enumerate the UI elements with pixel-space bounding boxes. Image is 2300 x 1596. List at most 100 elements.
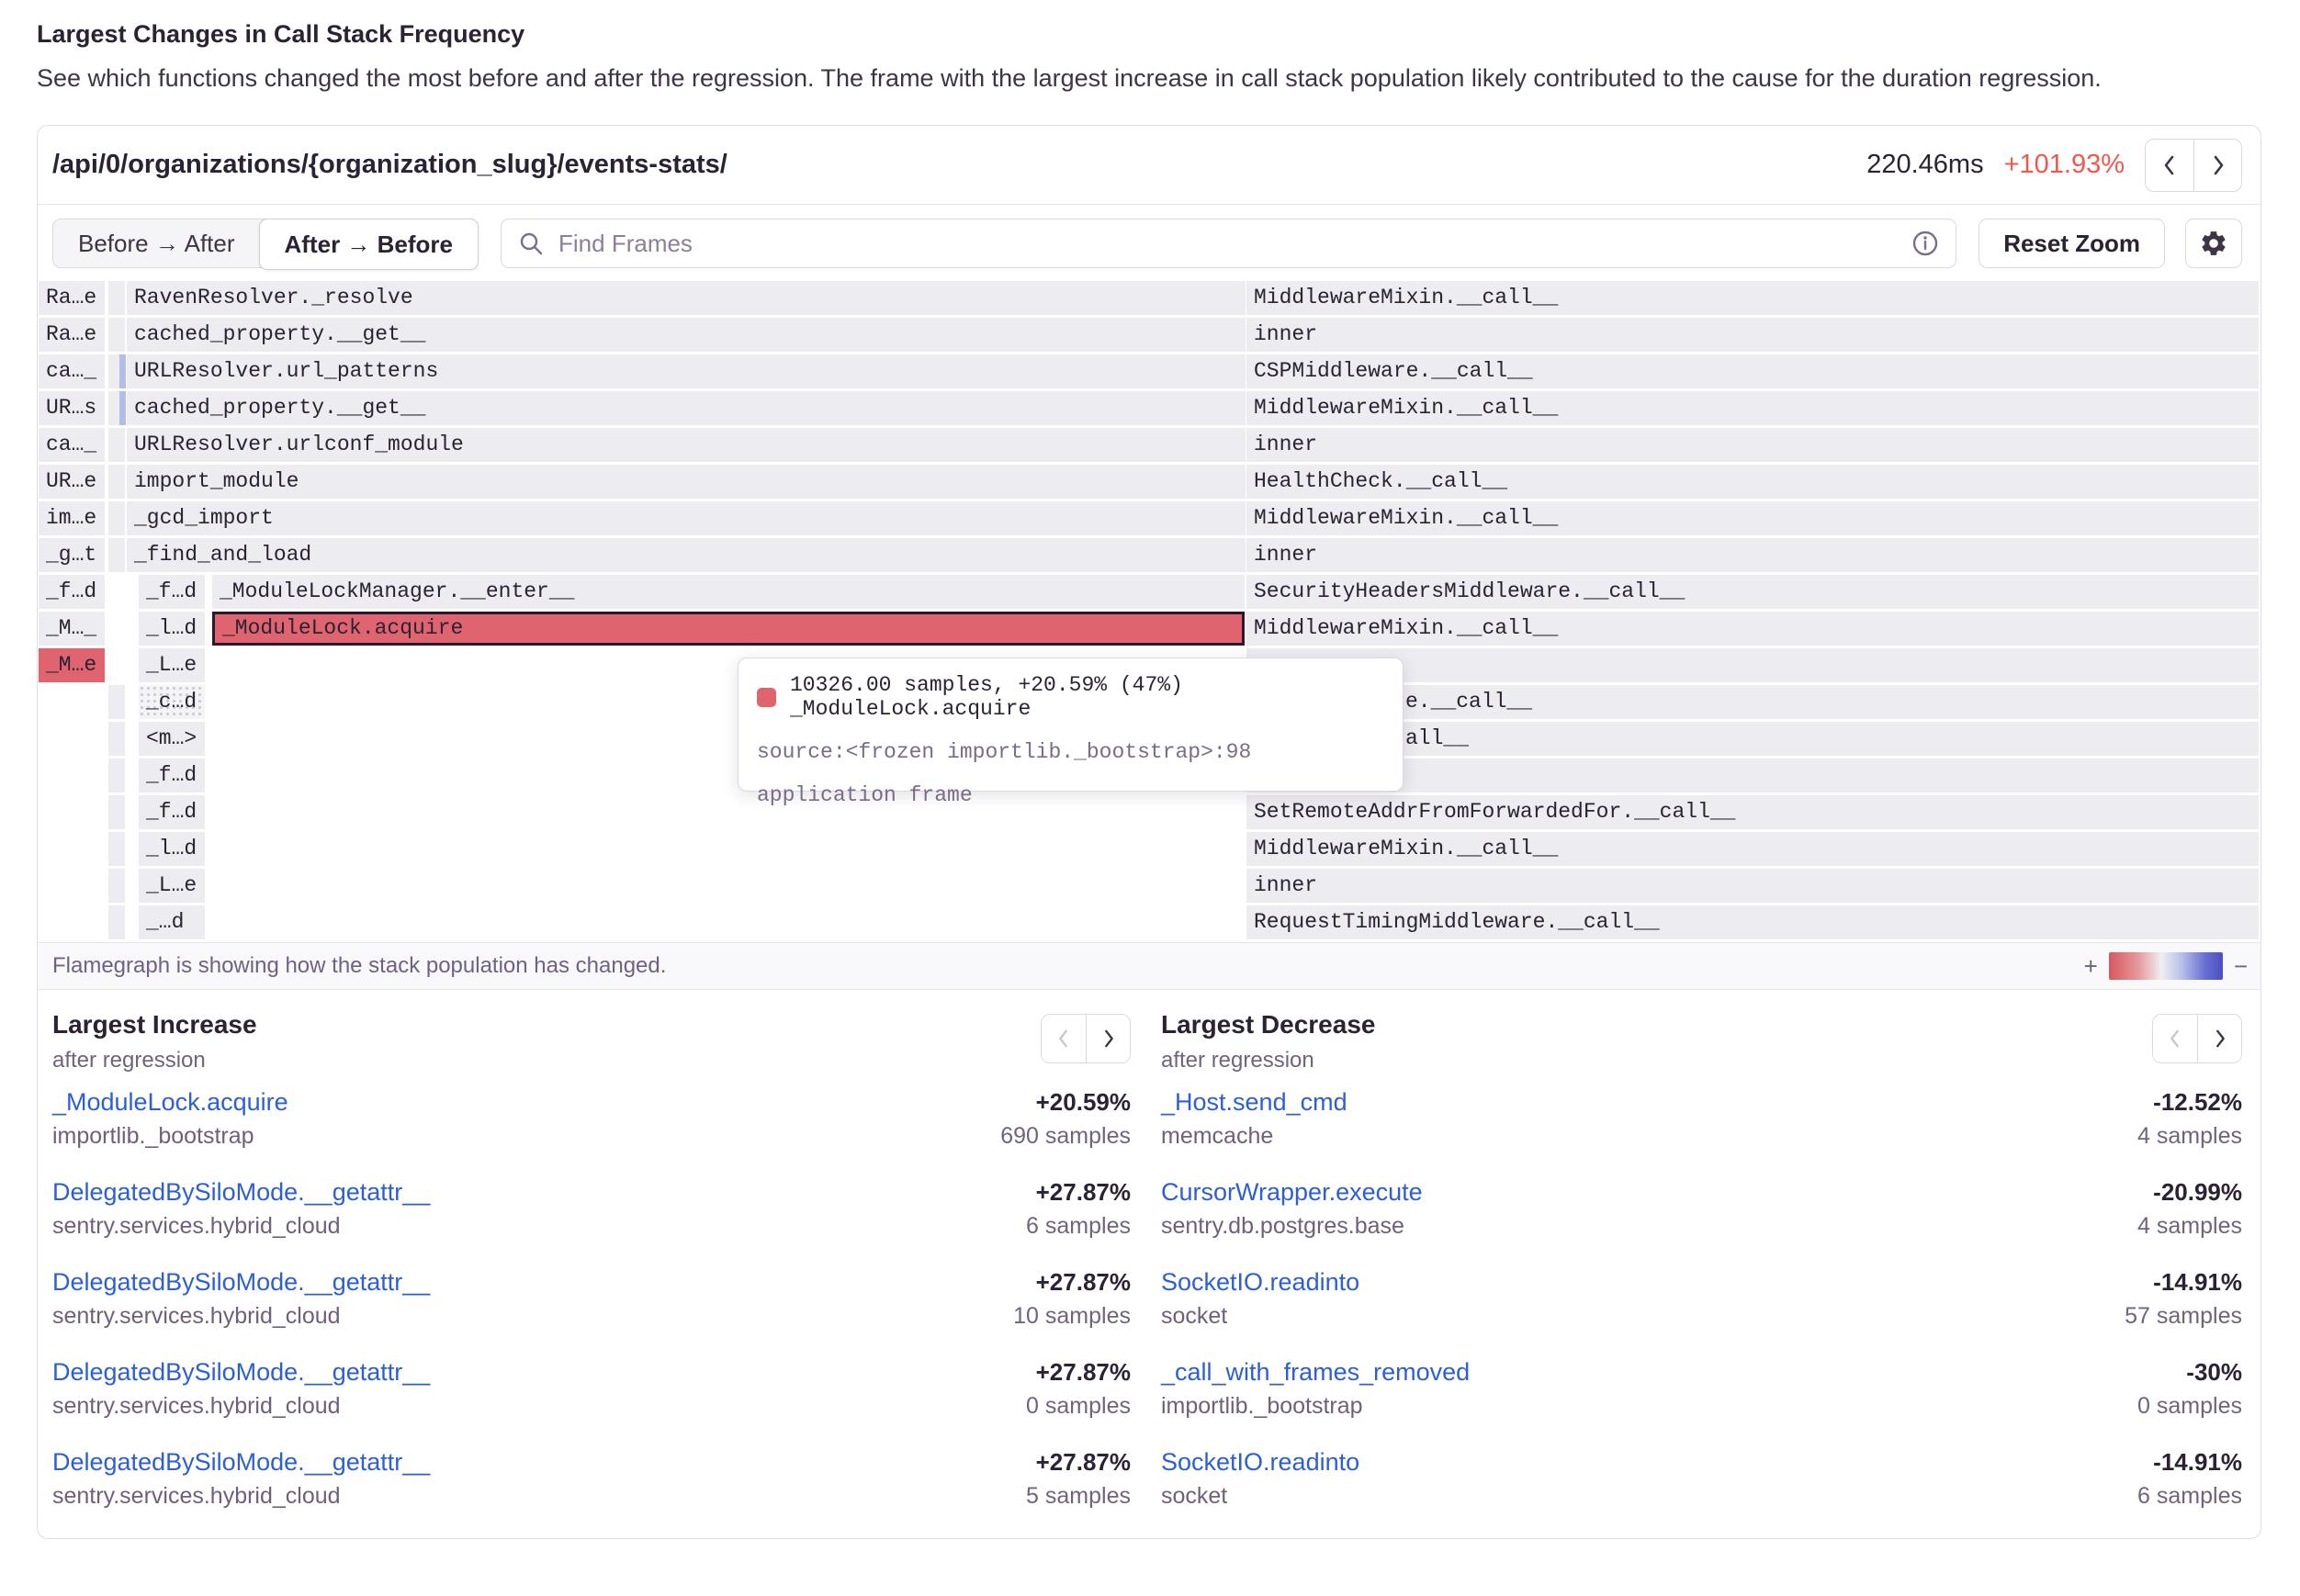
- segment-before-after[interactable]: Before → After: [53, 219, 260, 267]
- change-percent: +20.59%: [1036, 1088, 1131, 1117]
- flame-cell[interactable]: _gcd_import: [127, 501, 1246, 535]
- frame-link[interactable]: SocketIO.readinto: [1161, 1268, 1359, 1297]
- change-entry: DelegatedBySiloMode.__getattr__+27.87%se…: [52, 1268, 1131, 1330]
- flamegraph-footer-text: Flamegraph is showing how the stack popu…: [52, 953, 666, 979]
- flame-cell[interactable]: MiddlewareMixin.__call__: [1246, 501, 2259, 535]
- flame-cell[interactable]: inner: [1246, 869, 2259, 903]
- change-entry: CursorWrapper.execute-20.99%sentry.db.po…: [1161, 1178, 2242, 1240]
- frame-link[interactable]: DelegatedBySiloMode.__getattr__: [52, 1268, 430, 1297]
- flamegraph-footer: Flamegraph is showing how the stack popu…: [38, 942, 2261, 990]
- decrease-next-button[interactable]: [2197, 1015, 2241, 1062]
- flame-cell[interactable]: MiddlewareMixin.__call__: [1246, 391, 2259, 425]
- flame-cell[interactable]: _…d: [139, 905, 205, 939]
- flame-cell[interactable]: Ra…e: [39, 281, 105, 315]
- flame-cell[interactable]: _l…d: [139, 832, 205, 866]
- flame-cell[interactable]: [108, 428, 125, 462]
- decrease-prev-button[interactable]: [2153, 1015, 2197, 1062]
- flame-cell[interactable]: [108, 832, 125, 866]
- flame-cell[interactable]: im…e: [39, 501, 105, 535]
- flame-cell[interactable]: URLResolver.url_patterns: [127, 354, 1246, 388]
- flame-cell[interactable]: _L…e: [139, 648, 205, 682]
- flame-cell[interactable]: _ModuleLock.acquire: [212, 612, 1245, 646]
- flame-cell[interactable]: CSPMiddleware.__call__: [1246, 354, 2259, 388]
- flame-cell[interactable]: import_module: [127, 465, 1246, 499]
- flame-cell[interactable]: _g…t: [39, 538, 105, 572]
- flame-cell-label: Ra…e: [39, 322, 96, 346]
- flame-cell[interactable]: [108, 905, 125, 939]
- flame-cell[interactable]: URLResolver.urlconf_module: [127, 428, 1246, 462]
- flame-cell[interactable]: cached_property.__get__: [127, 391, 1246, 425]
- page: Largest Changes in Call Stack Frequency …: [0, 0, 2300, 1539]
- flame-cell[interactable]: SetRemoteAddrFromForwardedFor.__call__: [1246, 795, 2259, 829]
- change-entry: _ModuleLock.acquire+20.59%importlib._boo…: [52, 1088, 1131, 1150]
- flame-cell[interactable]: inner: [1246, 428, 2259, 462]
- chevron-right-icon: [2208, 153, 2228, 177]
- flame-cell[interactable]: [108, 759, 125, 792]
- frame-link[interactable]: CursorWrapper.execute: [1161, 1178, 1423, 1207]
- flame-cell[interactable]: MiddlewareMixin.__call__: [1246, 612, 2259, 646]
- flame-cell[interactable]: _f…d: [139, 795, 205, 829]
- flame-cell[interactable]: _L…e: [139, 869, 205, 903]
- legend-plus-label: +: [2084, 952, 2098, 981]
- flame-cell[interactable]: [119, 354, 126, 388]
- flame-cell[interactable]: _M…_: [39, 612, 105, 646]
- flame-cell[interactable]: _c…d: [139, 685, 205, 719]
- frame-link[interactable]: SocketIO.readinto: [1161, 1448, 1359, 1477]
- flame-cell[interactable]: _f…d: [139, 575, 205, 609]
- increase-next-button[interactable]: [1086, 1015, 1130, 1062]
- frame-link[interactable]: DelegatedBySiloMode.__getattr__: [52, 1448, 430, 1477]
- flame-cell[interactable]: _f…d: [139, 759, 205, 792]
- change-entry: SocketIO.readinto-14.91%socket6 samples: [1161, 1448, 2242, 1510]
- change-percent: -14.91%: [2153, 1448, 2242, 1477]
- flame-cell[interactable]: [108, 538, 125, 572]
- flame-cell[interactable]: RavenResolver._resolve: [127, 281, 1246, 315]
- flame-cell[interactable]: Ra…e: [39, 318, 105, 352]
- section-title: Largest Increase: [52, 1010, 257, 1040]
- flame-cell[interactable]: MiddlewareMixin.__call__: [1246, 281, 2259, 315]
- info-icon[interactable]: [1911, 230, 1939, 257]
- flame-cell[interactable]: inner: [1246, 318, 2259, 352]
- prev-endpoint-button[interactable]: [2146, 140, 2193, 191]
- flame-cell[interactable]: [108, 685, 125, 719]
- flame-cell[interactable]: [108, 281, 125, 315]
- flame-cell[interactable]: ca…_: [39, 354, 105, 388]
- flame-cell[interactable]: [108, 795, 125, 829]
- flame-cell[interactable]: [108, 869, 125, 903]
- flame-cell[interactable]: inner: [1246, 538, 2259, 572]
- change-percent: +27.87%: [1036, 1358, 1131, 1387]
- change-entry: SocketIO.readinto-14.91%socket57 samples: [1161, 1268, 2242, 1330]
- frame-link[interactable]: _Host.send_cmd: [1161, 1088, 1347, 1117]
- flame-cell[interactable]: RequestTimingMiddleware.__call__: [1246, 905, 2259, 939]
- flame-cell[interactable]: _M…e: [39, 648, 105, 682]
- chevron-right-icon: [1099, 1028, 1118, 1050]
- differential-flamegraph[interactable]: 10326.00 samples, +20.59% (47%) _ModuleL…: [38, 281, 2261, 942]
- settings-button[interactable]: [2185, 219, 2242, 268]
- flame-cell[interactable]: [108, 722, 125, 756]
- flame-cell[interactable]: UR…s: [39, 391, 105, 425]
- flame-cell[interactable]: cached_property.__get__: [127, 318, 1246, 352]
- flame-cell[interactable]: ca…_: [39, 428, 105, 462]
- reset-zoom-button[interactable]: Reset Zoom: [1979, 219, 2165, 268]
- frame-link[interactable]: DelegatedBySiloMode.__getattr__: [52, 1358, 430, 1387]
- find-frames-input[interactable]: [557, 229, 1911, 259]
- sample-count: 5 samples: [1026, 1483, 1131, 1510]
- flame-cell[interactable]: [108, 318, 125, 352]
- flame-cell[interactable]: _l…d: [139, 612, 205, 646]
- frame-link[interactable]: _call_with_frames_removed: [1161, 1358, 1470, 1387]
- flame-cell[interactable]: [119, 391, 126, 425]
- next-endpoint-button[interactable]: [2193, 140, 2241, 191]
- flame-cell[interactable]: _f…d: [39, 575, 105, 609]
- frame-link[interactable]: DelegatedBySiloMode.__getattr__: [52, 1178, 430, 1207]
- flame-cell[interactable]: [108, 501, 125, 535]
- flame-cell[interactable]: HealthCheck.__call__: [1246, 465, 2259, 499]
- flame-cell[interactable]: SecurityHeadersMiddleware.__call__: [1246, 575, 2259, 609]
- flame-cell[interactable]: [108, 465, 125, 499]
- flame-cell[interactable]: UR…e: [39, 465, 105, 499]
- flame-cell[interactable]: <m…>: [139, 722, 205, 756]
- segment-after-before[interactable]: After → Before: [259, 219, 479, 270]
- increase-prev-button[interactable]: [1042, 1015, 1086, 1062]
- flame-cell[interactable]: MiddlewareMixin.__call__: [1246, 832, 2259, 866]
- frame-link[interactable]: _ModuleLock.acquire: [52, 1088, 288, 1117]
- flame-cell[interactable]: _find_and_load: [127, 538, 1246, 572]
- flame-cell[interactable]: _ModuleLockManager.__enter__: [212, 575, 1245, 609]
